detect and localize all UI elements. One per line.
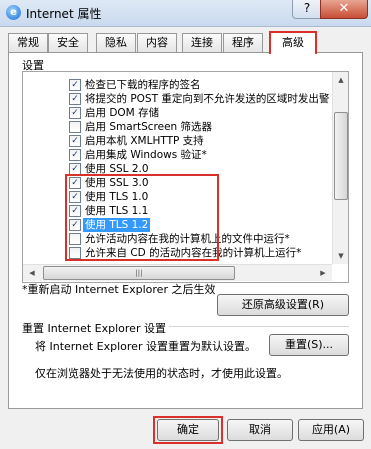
vertical-scrollbar[interactable]: ▲ ▼ — [332, 72, 348, 264]
settings-row[interactable]: ✓ 检查已下载的程序的签名 — [23, 78, 332, 92]
checkbox-checked-icon[interactable]: ✓ — [69, 93, 81, 105]
settings-list-box: ✓ 检查已下载的程序的签名 ✓ 将提交的 POST 重定向到不允许发送的区域时发出警 ✓… — [22, 71, 349, 283]
settings-row[interactable]: ✓ 启用集成 Windows 验证* — [23, 148, 332, 162]
horizontal-scroll-thumb[interactable]: ||| — [43, 266, 235, 280]
tab-connections[interactable]: 连接 — [182, 33, 222, 52]
settings-row-label: 将提交的 POST 重定向到不允许发送的区域时发出警 — [85, 93, 330, 105]
settings-row[interactable]: ✓ 启用 DOM 存储 — [23, 106, 332, 120]
tab-privacy[interactable]: 隐私 — [96, 33, 136, 52]
scroll-up-icon[interactable]: ▲ — [334, 73, 348, 87]
restart-note: *重新启动 Internet Explorer 之后生效 — [22, 283, 216, 296]
ie-icon: e — [6, 5, 21, 20]
tab-general[interactable]: 常规 — [8, 33, 48, 52]
checkbox-checked-icon[interactable]: ✓ — [69, 149, 81, 161]
group-divider — [169, 326, 349, 327]
settings-row-label: 启用集成 Windows 验证* — [85, 149, 207, 161]
settings-row-label: 启用本机 XMLHTTP 支持 — [85, 135, 204, 147]
window-title: Internet 属性 — [26, 7, 102, 21]
advanced-panel: 设置 ✓ 检查已下载的程序的签名 ✓ 将提交的 POST 重定向到不允许发送的区域时发… — [8, 52, 363, 409]
horizontal-scrollbar[interactable]: ◀ ||| ▶ — [23, 264, 332, 281]
checkbox-checked-icon[interactable]: ✓ — [69, 79, 81, 91]
scroll-left-icon[interactable]: ◀ — [25, 266, 39, 280]
close-button[interactable]: ✕ — [320, 0, 368, 19]
ssl-tls-highlight-box — [65, 174, 219, 261]
apply-button[interactable]: 应用(A) — [298, 419, 364, 441]
scroll-right-icon[interactable]: ▶ — [316, 266, 330, 280]
checkbox-checked-icon[interactable]: ✓ — [69, 107, 81, 119]
vertical-scroll-thumb[interactable] — [334, 112, 348, 200]
reset-footnote: 仅在浏览器处于无法使用的状态时，才使用此设置。 — [35, 367, 288, 380]
tab-content[interactable]: 内容 — [137, 33, 177, 52]
reset-description: 将 Internet Explorer 设置重置为默认设置。 — [35, 340, 256, 353]
checkbox-unchecked-icon[interactable] — [69, 121, 81, 133]
restore-advanced-settings-button[interactable]: 还原高级设置(R) — [217, 294, 349, 316]
ok-highlight-box — [153, 416, 223, 444]
settings-row[interactable]: ✓ 启用本机 XMLHTTP 支持 — [23, 134, 332, 148]
reset-button[interactable]: 重置(S)... — [269, 334, 349, 356]
tab-security[interactable]: 安全 — [48, 33, 88, 52]
tab-advanced[interactable]: 高级 — [269, 31, 317, 54]
settings-row-label: 检查已下载的程序的签名 — [85, 79, 201, 91]
title-bar: e Internet 属性 ? ✕ — [0, 0, 371, 27]
help-button[interactable]: ? — [292, 0, 322, 19]
tab-programs[interactable]: 程序 — [223, 33, 263, 52]
settings-row[interactable]: 启用 SmartScreen 筛选器 — [23, 120, 332, 134]
scroll-down-icon[interactable]: ▼ — [334, 249, 348, 263]
reset-group-title: 重置 Internet Explorer 设置 — [22, 322, 166, 335]
checkbox-checked-icon[interactable]: ✓ — [69, 135, 81, 147]
settings-row-label: 启用 SmartScreen 筛选器 — [85, 121, 213, 133]
settings-row[interactable]: ✓ 将提交的 POST 重定向到不允许发送的区域时发出警 — [23, 92, 332, 106]
cancel-button[interactable]: 取消 — [227, 419, 293, 441]
settings-row-label: 启用 DOM 存储 — [85, 107, 160, 119]
